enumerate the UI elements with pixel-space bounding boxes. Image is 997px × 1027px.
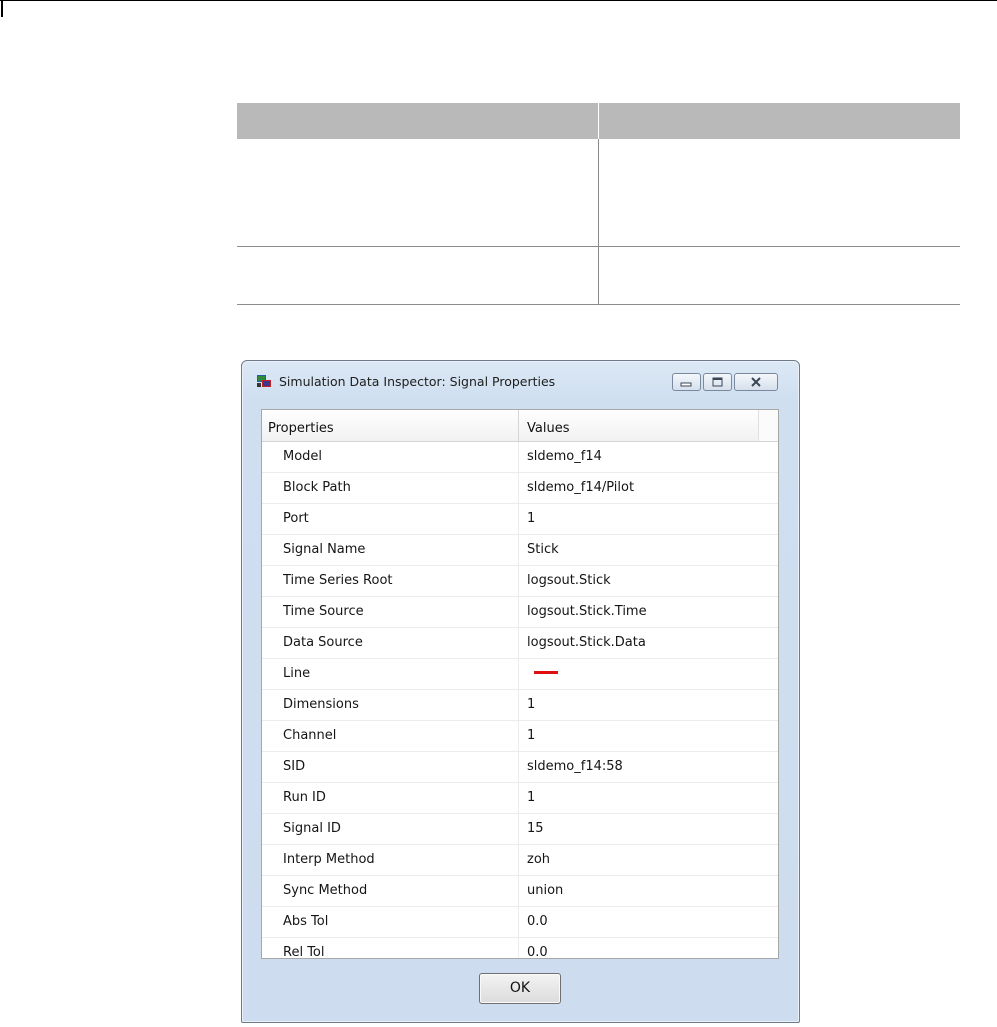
properties-grid[interactable]: Properties Values Model sldemo_f14 Block P… [261, 409, 779, 959]
minimize-icon [680, 382, 692, 387]
property-name: Rel Tol [262, 938, 519, 958]
doc-table-cell [599, 247, 960, 304]
property-row[interactable]: Channel 1 [262, 721, 778, 752]
property-row[interactable]: Signal Name Stick [262, 535, 778, 566]
property-value: sldemo_f14:58 [527, 759, 623, 774]
property-row[interactable]: Data Source logsout.Stick.Data [262, 628, 778, 659]
property-row[interactable]: Interp Method zoh [262, 845, 778, 876]
window-title: Simulation Data Inspector: Signal Proper… [279, 374, 556, 389]
property-name: Signal ID [262, 814, 519, 844]
property-row[interactable]: Line [262, 659, 778, 690]
property-row[interactable]: Rel Tol 0.0 [262, 938, 778, 959]
line-color-swatch [534, 671, 558, 674]
property-row[interactable]: Sync Method union [262, 876, 778, 907]
property-name: Signal Name [262, 535, 519, 565]
property-value: sldemo_f14 [527, 449, 602, 464]
property-value [519, 659, 778, 689]
property-name: Data Source [262, 628, 519, 658]
grid-header: Properties Values [262, 410, 778, 442]
page-top-rule [0, 0, 997, 1]
property-value: zoh [527, 852, 551, 867]
property-row[interactable]: Time Source logsout.Stick.Time [262, 597, 778, 628]
property-row[interactable]: SID sldemo_f14:58 [262, 752, 778, 783]
property-row[interactable]: Model sldemo_f14 [262, 442, 778, 473]
property-name: Channel [262, 721, 519, 751]
property-name: Interp Method [262, 845, 519, 875]
property-name: Time Series Root [262, 566, 519, 596]
property-name: Run ID [262, 783, 519, 813]
property-name: Time Source [262, 597, 519, 627]
doc-table-row [237, 247, 960, 305]
property-name: Block Path [262, 473, 519, 503]
maximize-icon [712, 377, 723, 387]
minimize-button[interactable] [672, 373, 701, 391]
property-name: SID [262, 752, 519, 782]
property-value: 1 [527, 728, 536, 743]
doc-table-header [237, 103, 960, 139]
doc-table-row [237, 139, 960, 247]
property-value: 1 [527, 697, 536, 712]
ok-button[interactable]: OK [479, 973, 561, 1004]
doc-table-cell [237, 139, 599, 246]
property-value: logsout.Stick.Data [527, 635, 646, 650]
property-name: Abs Tol [262, 907, 519, 937]
doc-table [237, 103, 960, 305]
doc-table-header-cell [599, 103, 960, 139]
property-value: 1 [527, 511, 536, 526]
property-row[interactable]: Dimensions 1 [262, 690, 778, 721]
signal-properties-dialog: Simulation Data Inspector: Signal Proper… [241, 360, 800, 1023]
grid-body: Model sldemo_f14 Block Path sldemo_f14/Pilo… [262, 442, 778, 959]
doc-table-cell [599, 139, 960, 246]
property-value: Stick [527, 542, 559, 557]
property-value: sldemo_f14/Pilot [527, 480, 635, 495]
maximize-button[interactable] [703, 373, 732, 391]
close-button[interactable] [734, 373, 778, 391]
app-icon [257, 375, 271, 387]
property-value: 15 [527, 821, 544, 836]
property-value: 1 [527, 790, 536, 805]
property-name: Port [262, 504, 519, 534]
property-row[interactable]: Port 1 [262, 504, 778, 535]
doc-table-cell [237, 247, 599, 304]
doc-table-header-cell [237, 103, 599, 139]
column-header-values[interactable]: Values [519, 410, 758, 441]
property-value: logsout.Stick.Time [527, 604, 647, 619]
title-bar[interactable]: Simulation Data Inspector: Signal Proper… [242, 361, 799, 401]
property-row[interactable]: Abs Tol 0.0 [262, 907, 778, 938]
property-value: logsout.Stick [527, 573, 611, 588]
page-margin-mark [1, 0, 3, 17]
property-name: Sync Method [262, 876, 519, 906]
property-value: 0.0 [527, 945, 548, 959]
property-name: Dimensions [262, 690, 519, 720]
property-row[interactable]: Block Path sldemo_f14/Pilot [262, 473, 778, 504]
grid-header-edge [758, 410, 778, 441]
property-row[interactable]: Time Series Root logsout.Stick [262, 566, 778, 597]
property-row[interactable]: Signal ID 15 [262, 814, 778, 845]
property-name: Line [262, 659, 519, 689]
property-value: union [527, 883, 564, 898]
property-value: 0.0 [527, 914, 548, 929]
property-row[interactable]: Run ID 1 [262, 783, 778, 814]
close-icon [751, 377, 761, 387]
property-name: Model [262, 442, 519, 472]
column-header-properties[interactable]: Properties [262, 410, 519, 441]
